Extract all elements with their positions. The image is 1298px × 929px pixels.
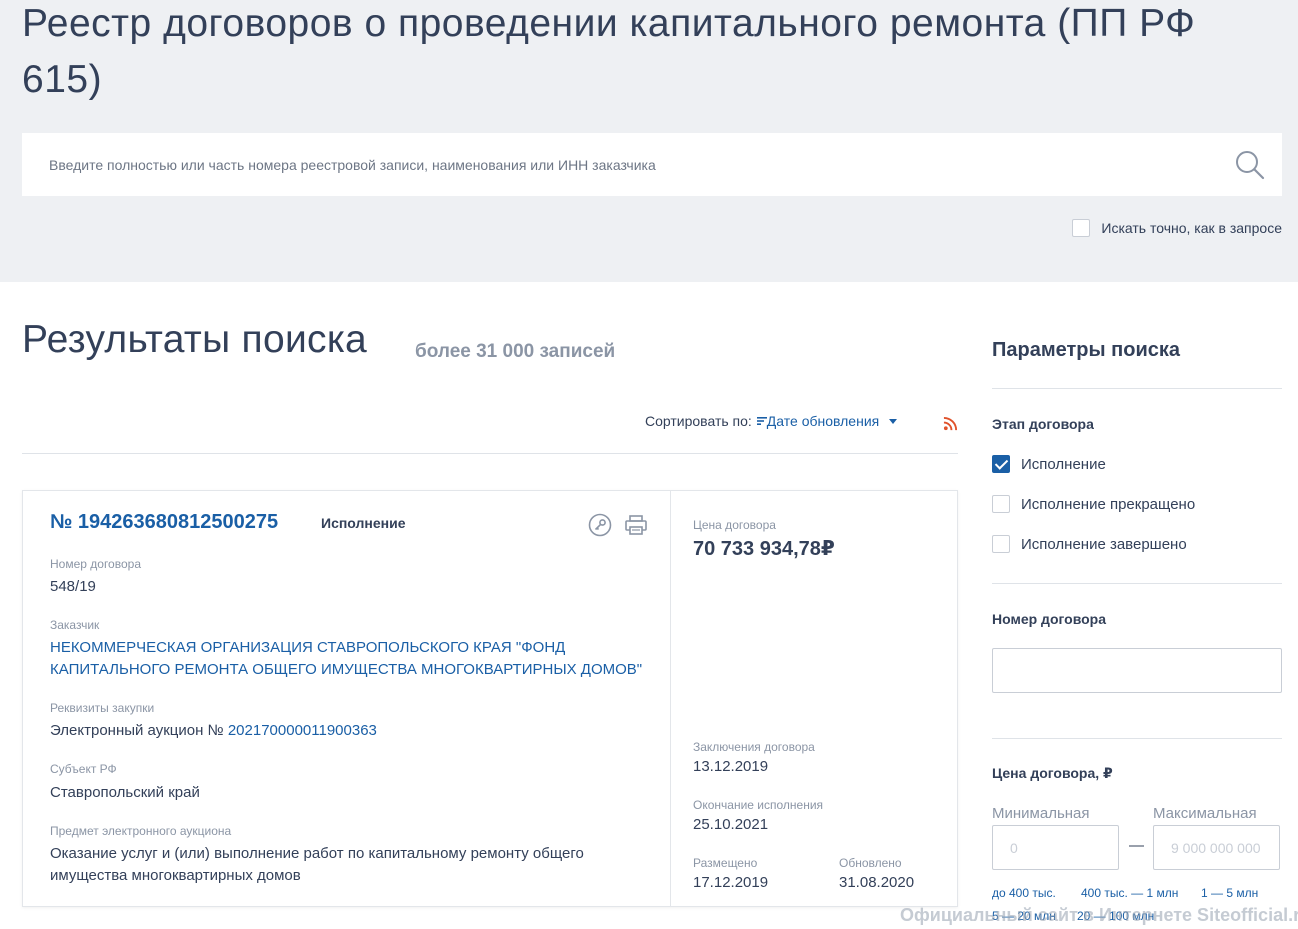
page-title: Реестр договоров о проведении капитально…: [22, 2, 1196, 101]
concluded-label: Заключения договора: [693, 740, 815, 754]
stage-option-completed[interactable]: Исполнение завершено: [992, 535, 1187, 553]
max-price-label: Максимальная: [1153, 805, 1257, 822]
stage-option-terminated[interactable]: Исполнение прекращено: [992, 495, 1195, 513]
sort-label: Сортировать по:: [645, 413, 752, 429]
sort-dropdown[interactable]: Дате обновления: [756, 413, 898, 429]
stage-option-execution[interactable]: Исполнение: [992, 455, 1106, 473]
search-header: Реестр договоров о проведении капитально…: [0, 0, 1298, 282]
purchase-number-link[interactable]: 202170000011900363: [228, 722, 377, 739]
exact-match-checkbox[interactable]: [1072, 219, 1091, 237]
contract-number-label: Номер договора: [50, 557, 141, 571]
purchase-value: Электронный аукцион № 202170000011900363: [50, 720, 377, 742]
purchase-label: Реквизиты закупки: [50, 701, 155, 715]
card-column-divider: [670, 491, 671, 906]
sort-icon: [756, 417, 767, 425]
price-preset-link[interactable]: 400 тыс. — 1 млн: [1081, 886, 1178, 900]
contract-number-filter-title: Номер договора: [992, 611, 1107, 627]
status-badge: Исполнение: [321, 515, 406, 531]
print-icon[interactable]: [624, 513, 648, 537]
sidebar-divider: [992, 388, 1282, 389]
price-label: Цена договора: [693, 518, 776, 532]
updated-label: Обновлено: [839, 856, 902, 870]
contract-number-input[interactable]: [992, 648, 1282, 693]
sort-control: Сортировать по: Дате обновления: [645, 413, 898, 429]
watermark: Официальный сайт в Интернете Siteofficia…: [900, 905, 1298, 925]
stage-checkbox-terminated[interactable]: [992, 495, 1010, 513]
chevron-down-icon: [889, 418, 898, 424]
end-label: Окончание исполнения: [693, 798, 824, 812]
sidebar-divider: [992, 738, 1282, 739]
range-dash: —: [1129, 837, 1144, 854]
price-value: 70 733 934,78₽: [693, 538, 835, 560]
concluded-value: 13.12.2019: [693, 758, 769, 775]
max-price-input[interactable]: [1153, 825, 1280, 870]
customer-link-line1[interactable]: НЕКОММЕРЧЕСКАЯ ОРГАНИЗАЦИЯ СТАВРОПОЛЬСКО…: [50, 637, 565, 659]
stage-checkbox-completed[interactable]: [992, 535, 1010, 553]
end-value: 25.10.2021: [693, 816, 769, 833]
search-input[interactable]: [22, 133, 1222, 196]
price-preset-link[interactable]: до 400 тыс.: [992, 886, 1056, 900]
contract-card: № 194263680812500275 Исполнение Номер до…: [22, 490, 958, 907]
placed-value: 17.12.2019: [693, 874, 769, 891]
customer-label: Заказчик: [50, 618, 100, 632]
purchase-prefix: Электронный аукцион №: [50, 722, 224, 739]
price-filter-title: Цена договора, ₽: [992, 765, 1113, 781]
stage-label: Исполнение прекращено: [1021, 495, 1196, 513]
stage-title: Этап договора: [992, 416, 1094, 432]
region-value: Ставропольский край: [50, 784, 200, 801]
results-divider: [22, 453, 958, 454]
search-icon[interactable]: [1234, 149, 1266, 181]
subject-line2: имущества многоквартирных домов: [50, 867, 301, 884]
sort-value: Дате обновления: [766, 413, 880, 429]
subject-label: Предмет электронного аукциона: [50, 824, 232, 838]
stage-label: Исполнение: [1021, 455, 1106, 473]
min-price-input[interactable]: [992, 825, 1119, 870]
price-preset-link[interactable]: 1 — 5 млн: [1201, 886, 1258, 900]
key-icon[interactable]: [588, 513, 612, 537]
customer-link-line2[interactable]: КАПИТАЛЬНОГО РЕМОНТА ОБЩЕГО ИМУЩЕСТВА МН…: [50, 659, 642, 681]
results-count: более 31 000 записей: [415, 341, 616, 362]
stage-checkbox-execution[interactable]: [992, 455, 1010, 473]
registry-number-link[interactable]: № 194263680812500275: [50, 511, 278, 534]
region-label: Субъект РФ: [50, 762, 117, 776]
sidebar-title: Параметры поиска: [992, 339, 1180, 361]
sidebar-divider: [992, 583, 1282, 584]
placed-label: Размещено: [693, 856, 758, 870]
results-title: Результаты поиска: [22, 318, 368, 361]
exact-match-label: Искать точно, как в запросе: [1101, 220, 1282, 236]
min-price-label: Минимальная: [992, 805, 1090, 822]
contract-number-value: 548/19: [50, 578, 96, 595]
rss-icon[interactable]: [943, 416, 958, 431]
updated-value: 31.08.2020: [839, 874, 915, 891]
stage-label: Исполнение завершено: [1021, 535, 1187, 553]
search-box: [22, 133, 1282, 196]
subject-line1: Оказание услуг и (или) выполнение работ …: [50, 845, 584, 862]
exact-match-option[interactable]: Искать точно, как в запросе: [1072, 219, 1282, 237]
